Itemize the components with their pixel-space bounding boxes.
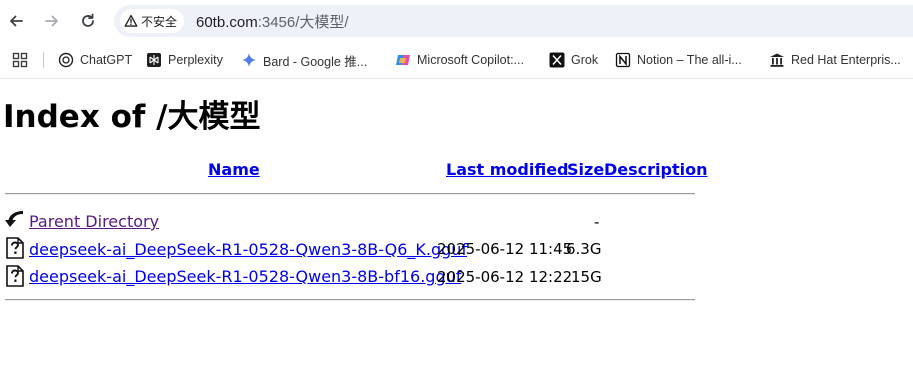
file-link[interactable]: deepseek-ai_DeepSeek-R1-0528-Qwen3-8B-bf…	[29, 267, 461, 286]
forward-arrow-icon	[45, 15, 58, 27]
reload-button[interactable]	[76, 9, 100, 33]
notion-icon	[615, 52, 631, 68]
bard-sparkle-icon	[241, 52, 257, 68]
bookmark-perplexity[interactable]: Perplexity	[146, 51, 223, 69]
bookmark-grok[interactable]: Grok	[549, 51, 598, 69]
url-host: 60tb.com	[196, 14, 258, 31]
perplexity-icon	[146, 52, 162, 68]
chatgpt-icon	[58, 52, 74, 68]
footer-divider	[5, 299, 695, 301]
bookmark-label: Notion – The all-i...	[637, 53, 742, 67]
unknown-file-icon	[5, 265, 25, 287]
bookmark-label: Red Hat Enterpris...	[791, 53, 901, 67]
bookmark-label: Grok	[571, 53, 599, 67]
page-content: Index of /大模型 Name Last modified Size De…	[0, 79, 913, 379]
page-title: Index of /大模型	[3, 99, 261, 135]
reload-icon	[82, 13, 94, 27]
url-path: :3456/大模型/	[257, 14, 349, 31]
column-header-description[interactable]: Description	[604, 160, 707, 179]
bookmark-redhat[interactable]: Red Hat Enterpris...	[769, 51, 901, 69]
bookmark-label: Perplexity	[168, 53, 223, 67]
back-arrow-icon	[10, 15, 23, 27]
bookmark-label: Bard - Google 推...	[263, 54, 368, 69]
parent-size: -	[594, 213, 600, 231]
parent-directory-link[interactable]: Parent Directory	[29, 212, 159, 231]
x-icon	[549, 52, 565, 68]
bookmark-notion[interactable]: Notion – The all-i...	[615, 51, 742, 69]
apps-grid-icon[interactable]	[12, 52, 28, 68]
bookmark-label: ChatGPT	[80, 53, 133, 67]
bookmark-label: Microsoft Copilot:...	[417, 53, 524, 67]
file-modified: 2025-06-12 12:22	[437, 268, 573, 286]
bookmark-chatgpt[interactable]: ChatGPT	[58, 51, 132, 69]
bookmarks-bar: ChatGPT Perplexity Bard - Google 推... Mi…	[0, 46, 913, 74]
column-header-last-modified[interactable]: Last modified	[446, 160, 569, 179]
bookmarks-divider	[43, 52, 44, 68]
back-button[interactable]	[4, 9, 28, 33]
browser-toolbar: 不安全 60tb.com:3456/大模型/	[0, 0, 913, 42]
unknown-file-icon	[5, 237, 25, 259]
security-chip[interactable]: 不安全	[120, 9, 185, 33]
warning-triangle-icon	[124, 14, 138, 27]
back-folder-icon	[5, 209, 25, 231]
file-size: 6.3G	[566, 240, 602, 258]
copilot-icon	[395, 52, 411, 68]
bookmark-bard[interactable]: Bard - Google 推...	[241, 51, 367, 69]
address-bar[interactable]: 不安全 60tb.com:3456/大模型/	[114, 5, 913, 37]
file-size: 15G	[571, 268, 602, 286]
building-icon	[769, 52, 785, 68]
header-divider	[5, 193, 695, 195]
forward-button[interactable]	[40, 9, 64, 33]
column-header-size[interactable]: Size	[567, 160, 604, 179]
file-modified: 2025-06-12 11:45	[437, 240, 573, 258]
file-link[interactable]: deepseek-ai_DeepSeek-R1-0528-Qwen3-8B-Q6…	[29, 240, 467, 259]
column-header-name[interactable]: Name	[208, 160, 260, 179]
security-chip-label: 不安全	[141, 14, 178, 29]
url-text[interactable]: 60tb.com:3456/大模型/	[196, 11, 349, 32]
bookmark-copilot[interactable]: Microsoft Copilot:...	[395, 51, 524, 69]
